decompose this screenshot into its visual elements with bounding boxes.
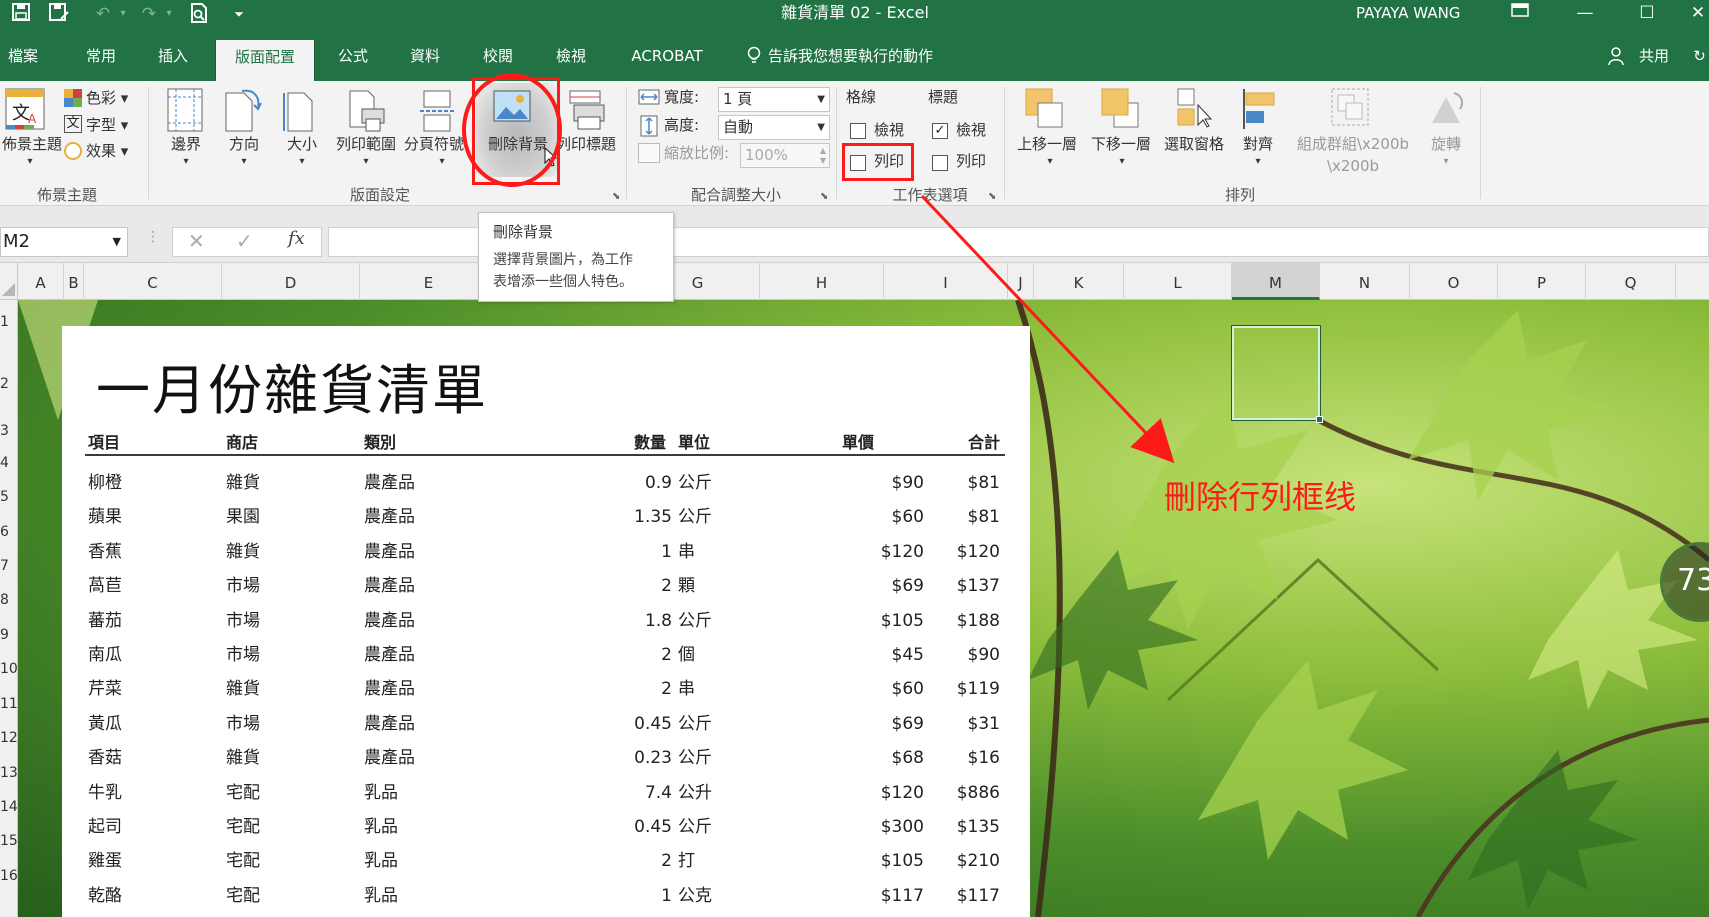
excel-window: ↶ ▾ ↷ ▾ ⏷ 雜貨清單 02 - Excel PAYAYA WANG — … — [0, 0, 1709, 917]
annotation-text: 刪除行列框线 — [1164, 478, 1357, 516]
annotation-arrow — [920, 194, 1175, 464]
